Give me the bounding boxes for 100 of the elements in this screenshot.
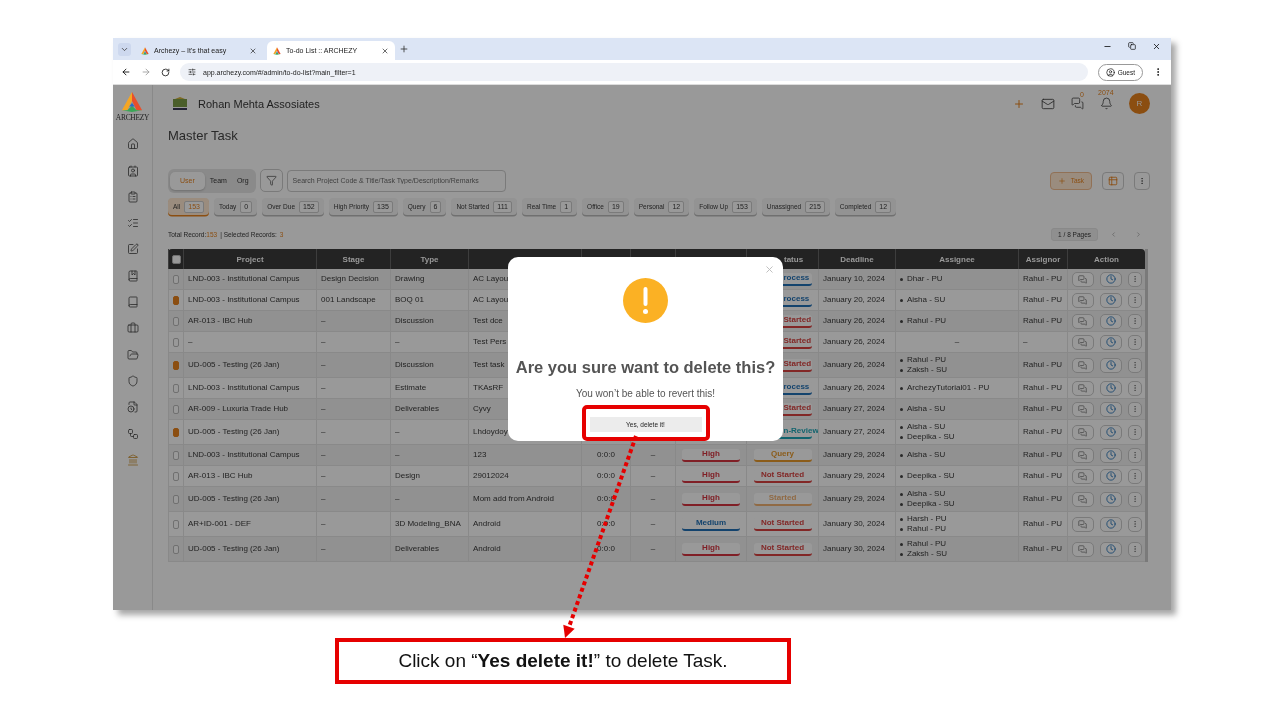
close-icon[interactable] — [1152, 42, 1161, 51]
next-page-icon[interactable] — [1135, 230, 1142, 238]
column-header: Project — [236, 254, 264, 264]
more-button[interactable] — [1127, 357, 1142, 373]
close-button[interactable] — [764, 264, 775, 275]
add-icon[interactable] — [1013, 97, 1025, 110]
history-button[interactable] — [1099, 541, 1122, 557]
filter-button[interactable] — [259, 169, 283, 192]
bell-icon[interactable] — [1100, 97, 1113, 110]
clipboard-icon[interactable] — [126, 190, 139, 203]
checkbox[interactable] — [173, 494, 179, 504]
building-icon[interactable] — [126, 453, 139, 466]
more-button[interactable] — [1127, 447, 1142, 463]
more-button[interactable] — [1127, 292, 1142, 308]
checkbox[interactable] — [173, 450, 179, 460]
table-cell: January 30, 2024 — [823, 544, 885, 554]
workflow-icon[interactable] — [126, 427, 139, 440]
new-tab-button[interactable] — [399, 44, 409, 54]
contact-card-icon[interactable] — [126, 164, 139, 177]
forward-icon[interactable] — [141, 67, 151, 77]
history-button[interactable] — [1099, 401, 1122, 417]
mail-icon[interactable] — [1041, 96, 1055, 111]
comments-button[interactable] — [1071, 468, 1094, 484]
table-cell: AR-009 - Luxuria Trade Hub — [188, 404, 289, 414]
comments-button[interactable] — [1071, 313, 1094, 329]
more-button[interactable] — [1127, 491, 1142, 507]
more-button[interactable] — [1134, 171, 1150, 190]
tab-list-button[interactable] — [118, 42, 131, 56]
checkbox[interactable] — [173, 427, 179, 437]
comments-button[interactable] — [1071, 292, 1094, 308]
comments-button[interactable] — [1071, 424, 1094, 440]
reload-icon[interactable] — [161, 67, 170, 77]
table-cell: January 20, 2024 — [823, 295, 885, 305]
history-button[interactable] — [1099, 271, 1122, 287]
checkbox[interactable] — [173, 316, 179, 326]
table-view-button[interactable] — [1102, 171, 1124, 190]
comments-button[interactable] — [1071, 380, 1094, 396]
more-button[interactable] — [1127, 516, 1142, 532]
checkbox[interactable] — [173, 337, 179, 347]
shield-icon[interactable] — [126, 374, 139, 387]
more-button[interactable] — [1127, 468, 1142, 484]
comments-button[interactable] — [1071, 447, 1094, 463]
company-name: Rohan Mehta Assosiates — [198, 97, 320, 110]
select-all-checkbox[interactable] — [171, 254, 181, 264]
clock-icon — [1105, 383, 1116, 393]
history-button[interactable] — [1099, 292, 1122, 308]
comments-button[interactable] — [1071, 401, 1094, 417]
history-button[interactable] — [1099, 313, 1122, 329]
history-button[interactable] — [1099, 357, 1122, 373]
home-icon[interactable] — [126, 138, 139, 151]
checkbox[interactable] — [173, 404, 179, 414]
comments-button[interactable] — [1071, 491, 1094, 507]
folder-icon[interactable] — [126, 348, 139, 361]
checkbox[interactable] — [173, 519, 179, 529]
edit-icon[interactable] — [126, 243, 139, 256]
book-icon[interactable] — [126, 296, 139, 309]
history-button[interactable] — [1099, 491, 1122, 507]
bullet-icon — [900, 386, 903, 390]
more-button[interactable] — [1127, 401, 1142, 417]
checkbox[interactable] — [173, 471, 179, 481]
more-icon — [1138, 176, 1146, 185]
comments-button[interactable] — [1071, 357, 1094, 373]
table-cell: – — [650, 450, 656, 460]
previous-page-icon[interactable] — [1110, 230, 1117, 238]
more-button[interactable] — [1127, 334, 1142, 350]
checkbox[interactable] — [173, 360, 179, 370]
priority-tag: Medium — [682, 517, 740, 531]
more-button[interactable] — [1127, 541, 1142, 557]
comments-button[interactable] — [1071, 334, 1094, 350]
history-button[interactable] — [1099, 380, 1122, 396]
callout-text: Click on “Yes delete it!” to delete Task. — [398, 650, 728, 672]
history-button[interactable] — [1099, 468, 1122, 484]
briefcase-icon[interactable] — [126, 322, 139, 335]
checkbox[interactable] — [173, 383, 179, 393]
table-cell: Design Decision — [321, 274, 379, 284]
table-cell: – — [650, 544, 656, 554]
history-button[interactable] — [1099, 424, 1122, 440]
checkbox[interactable] — [173, 295, 179, 305]
more-button[interactable] — [1127, 380, 1142, 396]
restore-icon[interactable] — [1128, 42, 1136, 50]
checkbox[interactable] — [173, 544, 179, 554]
bookmark-icon[interactable] — [126, 269, 139, 282]
table-cell: Test task — [473, 360, 505, 370]
comments-button[interactable] — [1071, 541, 1094, 557]
warning-icon — [623, 278, 668, 323]
checklist-icon[interactable] — [126, 217, 139, 230]
history-button[interactable] — [1099, 447, 1122, 463]
comments-button[interactable] — [1071, 516, 1094, 532]
history-button[interactable] — [1099, 334, 1122, 350]
more-button[interactable] — [1127, 271, 1142, 287]
back-icon[interactable] — [121, 67, 131, 77]
table-cell: – — [395, 494, 400, 504]
comments-button[interactable] — [1071, 271, 1094, 287]
file-clock-icon[interactable] — [126, 401, 139, 414]
chat-icon[interactable] — [1071, 97, 1084, 110]
status-tag: Not Started — [753, 542, 812, 556]
more-button[interactable] — [1127, 424, 1142, 440]
more-button[interactable] — [1127, 313, 1142, 329]
checkbox[interactable] — [173, 274, 179, 284]
history-button[interactable] — [1099, 516, 1122, 532]
